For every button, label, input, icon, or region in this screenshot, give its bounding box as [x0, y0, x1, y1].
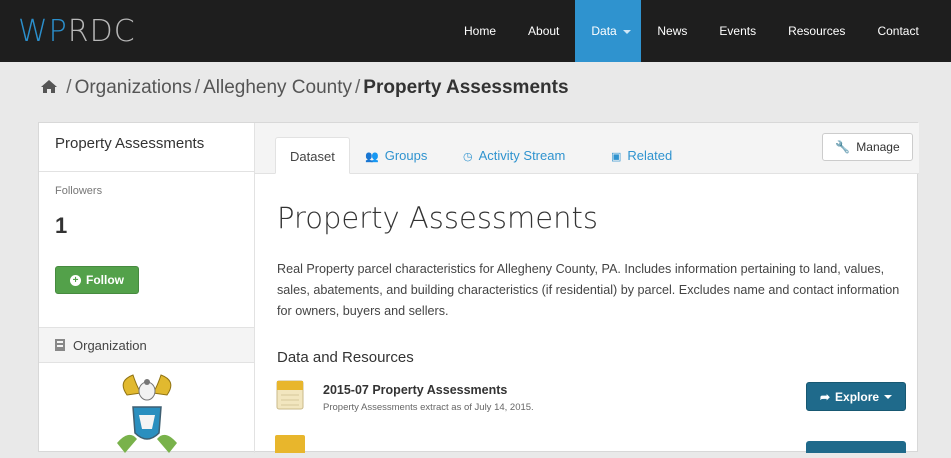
chevron-down-icon	[884, 394, 893, 399]
breadcrumb-current: Property Assessments	[363, 77, 569, 98]
nav-resources[interactable]: Resources	[772, 0, 861, 62]
main-nav: Home About Data News Events Resources Co…	[448, 0, 935, 62]
explore-button[interactable]: ➦ Explore	[806, 382, 906, 411]
nav-resources-label: Resources	[788, 24, 846, 38]
building-icon	[55, 339, 65, 351]
chevron-down-icon	[622, 29, 631, 34]
tab-related[interactable]: ▣ Related	[597, 137, 686, 174]
follow-label: Follow	[86, 273, 124, 287]
resource-item[interactable]: 2015-07 Property Assessments Property As…	[275, 375, 915, 421]
clock-icon: ◷	[463, 151, 473, 163]
nav-about[interactable]: About	[512, 0, 575, 62]
followers-count: 1	[55, 213, 68, 238]
breadcrumb-sep: /	[66, 77, 72, 98]
resource-description: Property Assessments extract as of July …	[323, 402, 534, 413]
breadcrumb-organizations[interactable]: Organizations	[75, 77, 192, 98]
followers-label: Followers	[55, 185, 103, 197]
share-arrow-icon: ➦	[819, 389, 831, 404]
tab-dataset-label: Dataset	[290, 149, 335, 164]
tab-activity-stream-label: Activity Stream	[478, 148, 566, 163]
wprdc-logo[interactable]: WPRDC	[18, 14, 136, 49]
wrench-icon: 🔧	[835, 140, 851, 154]
sidebar: Property Assessments Followers 1 + Follo…	[39, 123, 255, 453]
resources-heading: Data and Resources	[277, 349, 414, 366]
picture-icon: ▣	[611, 151, 622, 163]
dataset-title: Property Assessments	[277, 201, 598, 235]
organization-label: Organization	[73, 338, 147, 353]
tab-dataset[interactable]: Dataset	[275, 137, 350, 174]
breadcrumb: / Organizations / Allegheny County / Property…	[40, 77, 569, 99]
content-panel: Property Assessments Followers 1 + Follo…	[38, 122, 919, 453]
nav-news-label: News	[657, 24, 688, 38]
users-icon: 👥	[365, 151, 379, 163]
tab-activity-stream[interactable]: ◷ Activity Stream	[449, 137, 579, 174]
nav-news[interactable]: News	[641, 0, 703, 62]
plus-circle-icon: +	[70, 274, 81, 286]
tab-groups[interactable]: 👥 Groups	[351, 137, 441, 174]
breadcrumb-sep: /	[355, 77, 361, 98]
tab-bar: Dataset 👥 Groups ◷ Activity Stream ▣ Relate…	[255, 123, 919, 174]
sidebar-title: Property Assessments	[55, 135, 205, 152]
nav-data[interactable]: Data	[575, 0, 642, 62]
nav-about-label: About	[528, 24, 560, 38]
follow-button[interactable]: + Follow	[55, 266, 139, 294]
breadcrumb-allegheny-county[interactable]: Allegheny County	[203, 77, 352, 98]
manage-label: Manage	[856, 140, 900, 154]
nav-home-label: Home	[464, 24, 497, 38]
breadcrumb-sep: /	[194, 77, 201, 98]
organization-header: Organization	[39, 327, 254, 363]
resource-name[interactable]: 2015-07 Property Assessments	[323, 383, 507, 397]
manage-button[interactable]: 🔧 Manage	[822, 133, 913, 161]
main-content: Dataset 👥 Groups ◷ Activity Stream ▣ Relate…	[255, 123, 919, 453]
nav-home[interactable]: Home	[448, 0, 512, 62]
sidebar-divider	[39, 171, 254, 172]
explore-label: Explore	[835, 389, 880, 404]
logo-wp: WP	[18, 14, 68, 49]
logo-rdc: RDC	[67, 14, 136, 49]
top-navbar: WPRDC Home About Data News Events Resour…	[0, 0, 951, 62]
nav-contact-label: Contact	[877, 24, 919, 38]
dataset-notes: Real Property parcel characteristics for…	[277, 262, 900, 318]
nav-events[interactable]: Events	[703, 0, 772, 62]
home-icon[interactable]	[40, 77, 63, 98]
nav-data-label: Data	[591, 24, 617, 38]
tab-groups-label: Groups	[384, 148, 428, 163]
nav-contact[interactable]: Contact	[861, 0, 934, 62]
csv-file-icon	[275, 379, 305, 411]
next-explore-button[interactable]	[806, 441, 906, 453]
county-seal-image[interactable]	[97, 373, 197, 453]
tab-related-label: Related	[627, 148, 673, 163]
nav-events-label: Events	[719, 24, 757, 38]
